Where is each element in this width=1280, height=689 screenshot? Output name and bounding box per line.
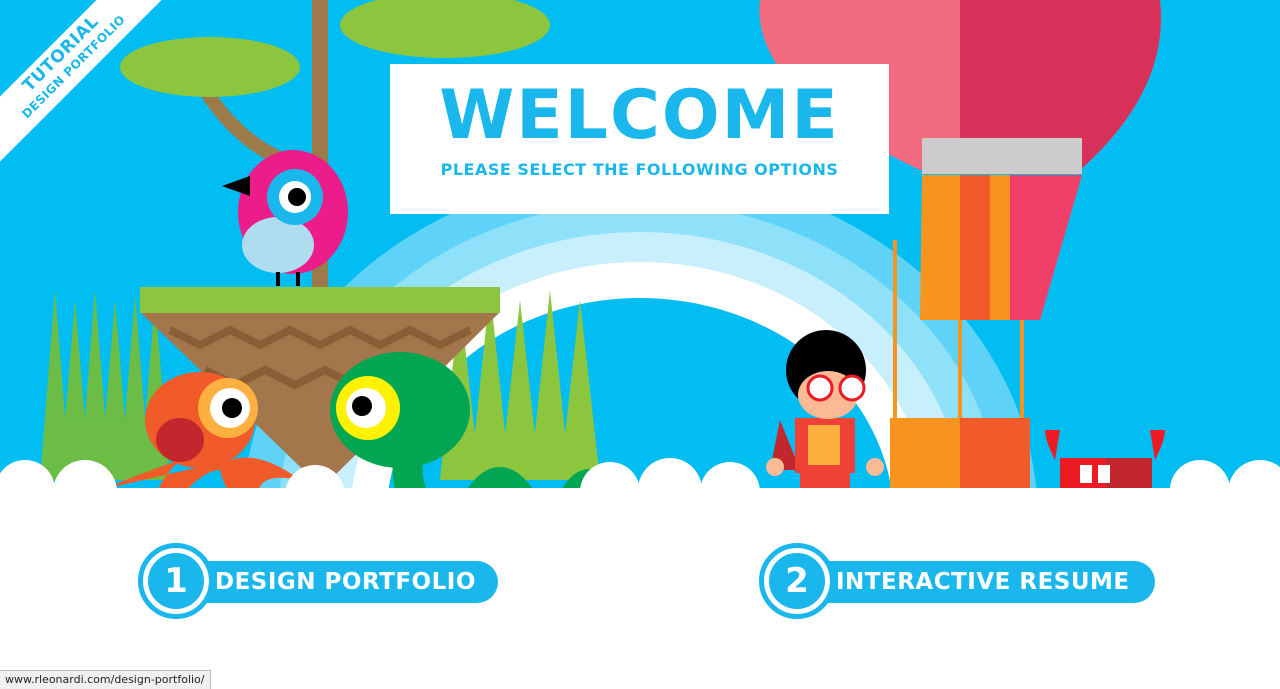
status-bar-url: www.rleonardi.com/design-portfolio/ [0, 670, 211, 689]
option-number-badge: 2 [759, 543, 835, 619]
page-subtitle: PLEASE SELECT THE FOLLOWING OPTIONS [440, 160, 839, 179]
option-label: DESIGN PORTFOLIO [215, 569, 476, 595]
option-label: INTERACTIVE RESUME [836, 569, 1130, 595]
page-title: WELCOME [439, 76, 840, 155]
welcome-banner: WELCOME PLEASE SELECT THE FOLLOWING OPTI… [390, 64, 889, 214]
option-number-badge: 1 [138, 543, 214, 619]
interactive-resume-button[interactable]: 2 INTERACTIVE RESUME [759, 543, 1155, 619]
design-portfolio-button[interactable]: 1 DESIGN PORTFOLIO [138, 543, 498, 619]
